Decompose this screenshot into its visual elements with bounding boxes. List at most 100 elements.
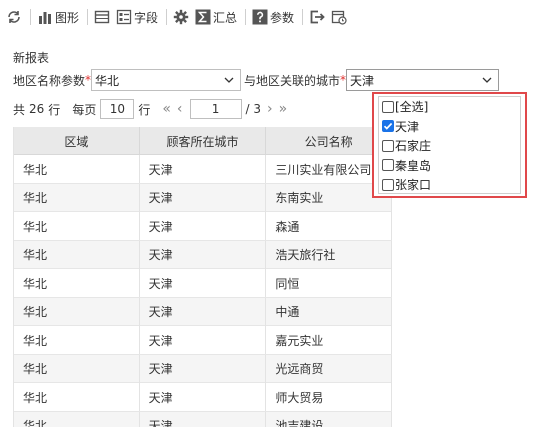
table-row: 华北 天津 东南实业 [14,183,392,212]
table-icon [94,10,110,24]
next-page-button[interactable]: › [267,101,273,117]
table-cell: 华北 [14,240,140,269]
table-cell: 华北 [14,155,140,183]
table-body: 华北 天津 三川实业有限公司 华北 天津 东南实业 华北 天津 森通 华北 天津 浩天旅行社 华… [14,155,392,427]
table-cell: 森通 [266,212,392,240]
table-cell: 华北 [14,297,140,326]
per-page-suffix: 行 [138,102,151,117]
table-cell: 天津 [140,354,267,383]
table-cell: 中通 [266,297,392,326]
table-cell: 华北 [14,354,140,383]
city-param-label: 与地区关联的城市 [244,73,341,88]
total-prefix: 共 [13,102,26,117]
page-number-input[interactable]: 1 [189,99,242,119]
table-cell: 光远商贸 [266,354,392,383]
last-page-button[interactable]: » [279,101,288,117]
pagination-bar: 共 26 行 每页 10 行 « ‹ 1 / 3 › » [13,98,290,120]
table-cell: 同恒 [266,269,392,297]
field-button[interactable]: 字段 [116,6,158,28]
city-select-value: 天津 [350,73,375,88]
city-select[interactable]: 天津 [346,69,500,91]
sum-icon [195,9,211,25]
table-cell: 华北 [14,411,140,427]
table-row: 华北 天津 光远商贸 [14,354,392,383]
summary-button-label: 汇总 [213,10,238,25]
page-count: / 3 [245,102,262,116]
table-cell: 天津 [140,326,267,354]
column-header-city[interactable]: 顾客所在城市 [140,127,267,155]
table-cell: 池吉建设 [266,411,392,427]
dropdown-option-select-all[interactable]: [全选] [379,97,520,117]
settings-button[interactable] [173,6,189,28]
checkbox[interactable] [382,100,394,113]
column-header-region[interactable]: 区域 [14,127,140,155]
chart-button-label: 图形 [55,10,80,25]
total-suffix: 行 [48,102,61,117]
table-cell: 华北 [14,183,140,212]
field-button-label: 字段 [134,10,159,25]
table-row: 华北 天津 嘉元实业 [14,326,392,355]
chart-icon [39,12,51,24]
table-row: 华北 天津 三川实业有限公司 [14,155,392,184]
table-row: 华北 天津 森通 [14,212,392,241]
export-icon [310,10,325,24]
table-cell: 天津 [140,240,267,269]
table-cell: 天津 [140,155,267,183]
first-page-button[interactable]: « [162,101,171,117]
table-row: 华北 天津 同恒 [14,269,392,298]
table-cell: 天津 [140,297,267,326]
region-select[interactable]: 华北 [91,69,242,91]
table-cell: 华北 [14,383,140,411]
gear-icon [173,9,189,25]
table-row: 华北 天津 浩天旅行社 [14,240,392,269]
checkbox[interactable] [382,178,394,191]
total-rows: 26 [29,102,45,116]
checkbox[interactable] [382,139,394,152]
table-cell: 浩天旅行社 [266,240,392,269]
parameter-button[interactable]: 参数 [252,6,294,28]
table-button[interactable] [94,6,110,28]
export-button[interactable] [309,6,325,28]
table-cell: 天津 [140,183,267,212]
toolbar-divider [302,9,304,25]
schedule-button[interactable] [331,6,347,28]
table-cell: 天津 [140,383,267,411]
table-row: 华北 天津 中通 [14,297,392,326]
checkbox[interactable] [382,159,394,172]
toolbar: 图形 字段 汇总 参数 [0,0,540,34]
per-page-prefix: 每页 [72,102,97,117]
parameter-button-label: 参数 [270,10,295,25]
checkbox-checked[interactable] [382,120,394,133]
table-cell: 天津 [140,212,267,240]
data-table: 区域 顾客所在城市 公司名称 华北 天津 三川实业有限公司 华北 天津 东南实业 华北天… [13,127,392,427]
option-label: 张家口 [395,178,432,193]
toolbar-divider [30,9,31,25]
table-cell: 嘉元实业 [266,326,392,354]
table-row: 华北 天津 池吉建设 [14,411,392,427]
dropdown-option-qinhuangdao[interactable]: 秦皇岛 [379,156,520,176]
dropdown-option-shijiazhuang[interactable]: 石家庄 [379,136,520,156]
option-label: [全选] [395,100,429,115]
toolbar-divider [245,9,247,25]
summary-button[interactable]: 汇总 [195,6,237,28]
report-title: 新报表 [13,51,50,65]
table-header: 区域 顾客所在城市 公司名称 [14,127,392,155]
refresh-button[interactable] [6,6,22,28]
refresh-icon [8,11,20,23]
toolbar-divider [166,9,168,25]
table-cell: 华北 [14,269,140,297]
table-cell: 天津 [140,411,267,427]
rows-per-page-input[interactable]: 10 [100,99,135,119]
option-label: 天津 [395,119,420,134]
dropdown-option-zhangjiakou[interactable]: 张家口 [379,175,520,195]
city-dropdown-highlight: [全选] 天津 石家庄 秦皇岛 张家口 [372,92,527,198]
dropdown-option-tianjin[interactable]: 天津 [379,117,520,137]
prev-page-button[interactable]: ‹ [177,101,183,117]
option-label: 秦皇岛 [395,158,432,173]
table-cell: 华北 [14,326,140,354]
calendar-icon [331,10,347,25]
parameter-row: 地区名称参数 * 华北 与地区关联的城市 * 天津 [13,68,500,92]
region-select-value: 华北 [95,73,120,88]
table-cell: 华北 [14,212,140,240]
chart-button[interactable]: 图形 [37,6,79,28]
